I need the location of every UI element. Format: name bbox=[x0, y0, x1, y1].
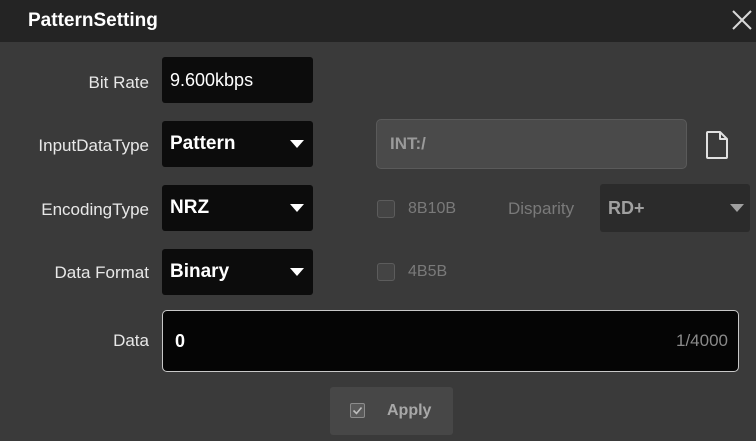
disparity-select[interactable]: RD+ bbox=[600, 184, 750, 232]
checkbox-8b10b[interactable] bbox=[377, 200, 395, 218]
input-data-type-label: InputDataType bbox=[38, 136, 149, 155]
disparity-label: Disparity bbox=[508, 199, 575, 218]
pattern-setting-dialog: PatternSetting Bit Rate 9.600kbps InputD… bbox=[0, 0, 756, 441]
bit-rate-value: 9.600kbps bbox=[170, 70, 254, 90]
encoding-type-label: EncodingType bbox=[41, 200, 149, 219]
data-format-value: Binary bbox=[170, 261, 230, 282]
chevron-down-icon bbox=[290, 268, 304, 276]
bit-rate-label: Bit Rate bbox=[88, 73, 149, 92]
chevron-down-icon bbox=[290, 204, 304, 212]
bit-rate-input[interactable]: 9.600kbps bbox=[162, 57, 313, 103]
file-path-value: INT:/ bbox=[390, 134, 426, 153]
apply-label: Apply bbox=[387, 402, 432, 419]
label-4b5b: 4B5B bbox=[408, 263, 448, 280]
document-icon[interactable] bbox=[704, 130, 730, 160]
title-bar: PatternSetting bbox=[0, 0, 756, 42]
data-label: Data bbox=[113, 331, 149, 350]
apply-button[interactable]: Apply bbox=[330, 387, 453, 435]
check-icon bbox=[350, 403, 365, 418]
data-format-select[interactable]: Binary bbox=[162, 249, 313, 295]
disparity-value: RD+ bbox=[608, 198, 645, 218]
data-length-counter: 1/4000 bbox=[676, 331, 728, 350]
data-input[interactable]: 0 1/4000 bbox=[162, 310, 739, 372]
checkbox-4b5b[interactable] bbox=[377, 263, 395, 281]
chevron-down-icon bbox=[730, 204, 744, 212]
label-8b10b: 8B10B bbox=[408, 200, 457, 217]
dialog-title: PatternSetting bbox=[28, 10, 158, 31]
close-icon bbox=[732, 10, 752, 30]
encoding-type-select[interactable]: NRZ bbox=[162, 185, 313, 231]
encoding-type-value: NRZ bbox=[170, 197, 210, 218]
file-path-field[interactable]: INT:/ bbox=[376, 119, 687, 169]
data-format-label: Data Format bbox=[54, 263, 149, 282]
close-button[interactable] bbox=[730, 8, 754, 32]
input-data-type-select[interactable]: Pattern bbox=[162, 121, 313, 167]
input-data-type-value: Pattern bbox=[170, 133, 236, 154]
data-value: 0 bbox=[175, 331, 186, 351]
chevron-down-icon bbox=[290, 140, 304, 148]
